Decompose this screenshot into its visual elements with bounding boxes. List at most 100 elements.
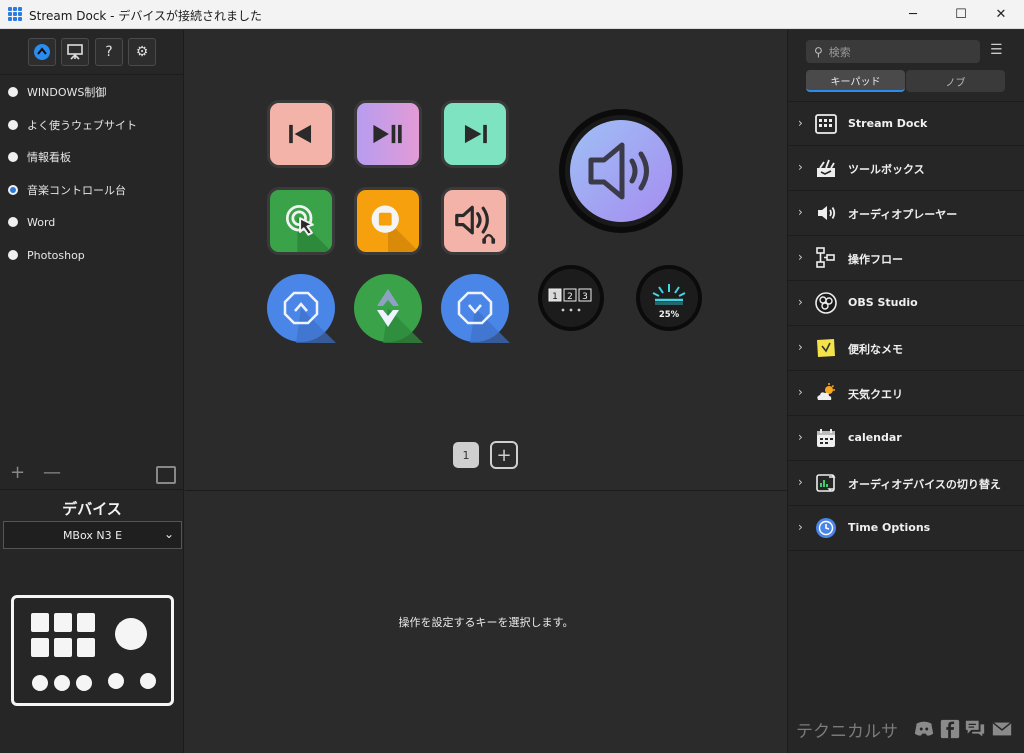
brand-watermark: テクニカルサ bbox=[796, 722, 898, 742]
profile-label: Photoshop bbox=[27, 248, 85, 262]
preview-key bbox=[77, 613, 95, 632]
profile-settings-icon[interactable] bbox=[156, 466, 176, 484]
help-button[interactable]: ? bbox=[95, 38, 123, 66]
radio-icon bbox=[8, 250, 18, 260]
chevron-down-icon: ⌄ bbox=[163, 527, 174, 541]
device-select[interactable]: MBox N3 E ⌄ bbox=[3, 521, 182, 549]
category-label: 便利なメモ bbox=[848, 343, 903, 356]
next-track-key[interactable] bbox=[441, 100, 509, 168]
category-audio-device-switch[interactable]: › オーディオデバイスの切り替え bbox=[788, 461, 1024, 506]
page-digit: 1 bbox=[552, 292, 558, 302]
radio-icon bbox=[8, 152, 18, 162]
preview-knob bbox=[76, 675, 92, 691]
profile-label: 音楽コントロール台 bbox=[27, 184, 126, 197]
click-cursor-key[interactable] bbox=[267, 187, 335, 255]
device-heading: デバイス bbox=[62, 500, 122, 518]
category-flow[interactable]: › 操作フロー bbox=[788, 236, 1024, 281]
stop-icon bbox=[371, 205, 419, 252]
profile-item-selected[interactable]: 音楽コントロール台 bbox=[8, 180, 126, 200]
category-calendar[interactable]: › calendar bbox=[788, 416, 1024, 461]
chevron-right-icon: › bbox=[798, 250, 803, 264]
category-label: 天気クエリ bbox=[848, 388, 903, 401]
window-title: Stream Dock - デバイスが接続されました bbox=[29, 9, 262, 23]
flow-icon bbox=[814, 246, 838, 270]
profile-label: Word bbox=[27, 215, 56, 229]
clock-icon bbox=[814, 516, 838, 540]
page-1-button[interactable]: 1 bbox=[453, 442, 479, 468]
chevron-right-icon: › bbox=[798, 385, 803, 399]
category-label: calendar bbox=[848, 431, 902, 444]
category-obs-studio[interactable]: › OBS Studio bbox=[788, 281, 1024, 326]
down-knob-key[interactable] bbox=[440, 273, 510, 343]
category-memo[interactable]: › 便利なメモ bbox=[788, 326, 1024, 371]
help-icon: ? bbox=[105, 44, 113, 60]
previous-track-key[interactable] bbox=[267, 100, 335, 168]
facebook-icon[interactable] bbox=[939, 718, 961, 740]
play-pause-icon bbox=[373, 124, 402, 144]
category-label: Time Options bbox=[848, 521, 931, 534]
category-stream-dock[interactable]: › Stream Dock bbox=[788, 101, 1024, 146]
keypad-grid-icon bbox=[814, 112, 838, 136]
remove-profile-icon[interactable]: — bbox=[43, 462, 61, 483]
cursor-click-icon bbox=[285, 205, 332, 252]
category-weather[interactable]: › 天気クエリ bbox=[788, 371, 1024, 416]
profile-item[interactable]: Word bbox=[8, 212, 55, 232]
close-button[interactable]: ✕ bbox=[978, 0, 1024, 29]
presentation-icon bbox=[67, 44, 83, 60]
chevron-right-icon: › bbox=[798, 116, 803, 130]
stream-dock-logo-button[interactable] bbox=[28, 38, 56, 66]
divider bbox=[185, 490, 787, 491]
category-toolbox[interactable]: › ツールボックス bbox=[788, 146, 1024, 191]
list-view-icon[interactable]: ☰ bbox=[990, 42, 1003, 58]
forum-chat-icon[interactable] bbox=[964, 718, 986, 740]
category-audio-player[interactable]: › オーディオプレーヤー bbox=[788, 191, 1024, 236]
category-label: OBS Studio bbox=[848, 296, 918, 309]
category-label: 操作フロー bbox=[848, 253, 903, 266]
brightness-knob[interactable]: 25% bbox=[635, 264, 703, 332]
shuffle-knob-key[interactable] bbox=[353, 273, 423, 343]
stream-dock-logo-icon bbox=[34, 44, 50, 60]
discord-icon[interactable] bbox=[913, 718, 935, 740]
down-octagon-icon bbox=[441, 274, 510, 343]
profile-item[interactable]: よく使うウェブサイト bbox=[8, 115, 137, 135]
chevron-right-icon: › bbox=[798, 520, 803, 534]
actions-panel: ⚲ 検索 ☰ キーパッド ノブ › Stream Dock › ツールボックス … bbox=[787, 30, 1024, 753]
headphone-volume-icon bbox=[455, 205, 496, 244]
tab-keypad[interactable]: キーパッド bbox=[806, 70, 905, 92]
up-knob-key[interactable] bbox=[266, 273, 336, 343]
category-label: ツールボックス bbox=[848, 163, 925, 176]
profile-item[interactable]: 情報看板 bbox=[8, 147, 71, 167]
preview-knob bbox=[108, 673, 124, 689]
title-bar: Stream Dock - デバイスが接続されました ─ ☐ ✕ bbox=[0, 0, 1024, 29]
settings-button[interactable]: ⚙ bbox=[128, 38, 156, 66]
add-page-button[interactable]: + bbox=[490, 441, 518, 469]
weather-icon bbox=[814, 381, 838, 405]
left-toolbar: ? ⚙ bbox=[0, 30, 184, 75]
minimize-button[interactable]: ─ bbox=[890, 0, 936, 29]
category-time-options[interactable]: › Time Options bbox=[788, 506, 1024, 551]
tab-knob[interactable]: ノブ bbox=[906, 70, 1005, 92]
search-placeholder: 検索 bbox=[828, 45, 851, 59]
sticky-note-icon bbox=[814, 336, 838, 360]
chevron-right-icon: › bbox=[798, 160, 803, 174]
category-label: オーディオプレーヤー bbox=[848, 208, 958, 221]
device-select-value: MBox N3 E bbox=[62, 528, 123, 542]
profile-actions-bar: + — bbox=[0, 460, 184, 490]
stop-key[interactable] bbox=[354, 187, 422, 255]
headphone-volume-key[interactable] bbox=[441, 187, 509, 255]
radio-icon bbox=[8, 217, 18, 227]
volume-screen-knob[interactable] bbox=[558, 108, 684, 234]
add-profile-icon[interactable]: + bbox=[10, 462, 25, 483]
profile-item[interactable]: Photoshop bbox=[8, 245, 85, 265]
preview-key bbox=[54, 638, 72, 657]
presentation-button[interactable] bbox=[61, 38, 89, 66]
profile-item[interactable]: WINDOWS制御 bbox=[8, 82, 106, 102]
search-input[interactable]: ⚲ 検索 bbox=[806, 40, 980, 63]
chevron-right-icon: › bbox=[798, 205, 803, 219]
play-pause-key[interactable] bbox=[354, 100, 422, 168]
next-track-icon bbox=[464, 124, 487, 144]
page-switch-knob[interactable]: 1 2 3 bbox=[537, 264, 605, 332]
obs-icon bbox=[814, 291, 838, 315]
mail-icon[interactable] bbox=[991, 718, 1013, 740]
audio-switch-icon bbox=[814, 471, 838, 495]
